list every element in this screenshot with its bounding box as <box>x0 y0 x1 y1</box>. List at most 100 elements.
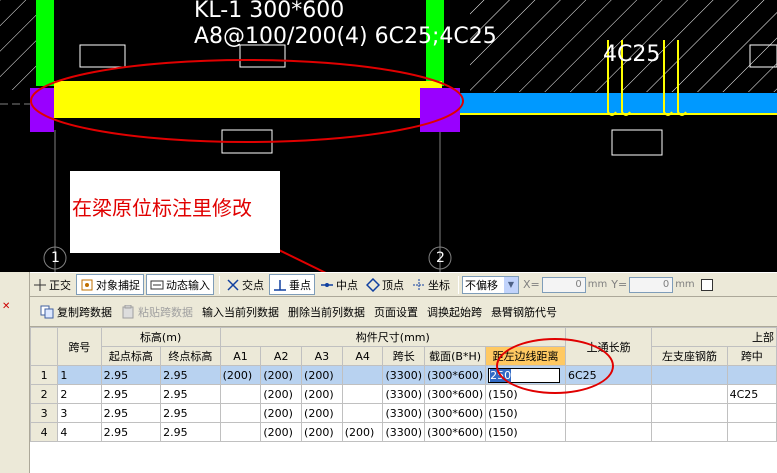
cell-mid-span[interactable] <box>726 422 777 442</box>
cell-span[interactable]: 3 <box>57 403 102 423</box>
perpendicular-icon <box>273 278 287 292</box>
cell-mid-span[interactable] <box>726 365 777 385</box>
col-section: 截面(B*H) <box>424 346 487 366</box>
cell-a4[interactable] <box>341 384 384 404</box>
close-icon[interactable]: ✕ <box>2 302 12 312</box>
cell-section[interactable]: (300*600) <box>424 422 487 442</box>
beam-blue <box>460 93 777 113</box>
cell-span-length[interactable]: (3300) <box>382 365 426 385</box>
cell-a4[interactable] <box>341 403 384 423</box>
cell-a3[interactable]: (200) <box>301 384 343 404</box>
cell-start-elev[interactable]: 2.95 <box>100 422 162 442</box>
copy-icon <box>40 305 54 319</box>
cell-a3[interactable]: (200) <box>301 365 343 385</box>
swap-start-span-button[interactable]: 调换起始跨 <box>427 304 482 320</box>
header-top-bar: 上部 <box>651 327 777 347</box>
cell-a4[interactable] <box>341 365 384 385</box>
cell-span-length[interactable]: (3300) <box>382 384 426 404</box>
table-row[interactable]: 4 4 2.95 2.95 (200) (200) (200) (3300) (… <box>29 422 777 442</box>
cell-left-edge-distance[interactable]: (150) <box>485 422 566 442</box>
cell-start-elev[interactable]: 2.95 <box>100 384 162 404</box>
midpoint-icon <box>320 278 334 292</box>
page-setup-button[interactable]: 页面设置 <box>374 304 418 320</box>
row-index: 1 <box>29 365 59 385</box>
cell-left-support[interactable] <box>651 384 728 404</box>
cell-span-length[interactable]: (3300) <box>382 422 426 442</box>
cell-end-elev[interactable]: 2.95 <box>160 403 221 423</box>
cell-top-through[interactable] <box>564 403 653 423</box>
column-left <box>36 0 54 86</box>
cell-span[interactable]: 1 <box>57 365 102 385</box>
cell-span[interactable]: 4 <box>57 422 102 442</box>
cell-start-elev[interactable]: 2.95 <box>100 403 162 423</box>
vertex-label: 顶点 <box>382 278 404 292</box>
cell-end-elev[interactable]: 2.95 <box>160 422 221 442</box>
row-index: 3 <box>29 403 59 423</box>
cell-top-through[interactable] <box>564 422 653 442</box>
cell-section[interactable]: (300*600) <box>424 403 487 423</box>
cell-section[interactable]: (300*600) <box>424 365 487 385</box>
cell-mid-span[interactable] <box>726 403 777 423</box>
delete-column-button[interactable]: 删除当前列数据 <box>288 304 365 320</box>
cell-a2[interactable]: (200) <box>260 384 303 404</box>
y-input[interactable]: 0 <box>629 276 674 293</box>
offset-select[interactable]: 不偏移 ▼ <box>462 275 519 294</box>
panel-toolbar: ✕ 复制跨数据 粘贴跨数据 输入当前列数据 删除当前列数据 页面设置 调换起始跨… <box>2 298 777 327</box>
span-table-panel: ✕ 复制跨数据 粘贴跨数据 输入当前列数据 删除当前列数据 页面设置 调换起始跨… <box>2 298 777 473</box>
cell-a1[interactable] <box>219 403 262 423</box>
x-input[interactable]: 0 <box>541 276 586 293</box>
midpoint-toggle[interactable]: 中点 <box>317 274 361 295</box>
col-mid-span: 跨中 <box>726 346 777 366</box>
cell-a4[interactable]: (200) <box>341 422 384 442</box>
cell-end-elev[interactable]: 2.95 <box>160 384 221 404</box>
cell-span[interactable]: 2 <box>57 384 102 404</box>
cad-drawing-canvas[interactable]: KL-1 300*600 A8@100/200(4) 6C25;4C25 4C2… <box>0 0 777 272</box>
intersection-toggle[interactable]: 交点 <box>223 274 267 295</box>
intersection-icon <box>226 278 240 292</box>
dynamic-input-icon <box>150 278 164 292</box>
extra-checkbox[interactable] <box>700 278 713 291</box>
table-row[interactable]: 3 3 2.95 2.95 (200) (200) (3300) (300*60… <box>29 403 777 423</box>
cantilever-code-button[interactable]: 悬臂钢筋代号 <box>491 304 557 320</box>
cell-a2[interactable]: (200) <box>260 365 303 385</box>
cell-a1[interactable] <box>219 384 262 404</box>
col-a3: A3 <box>301 346 343 366</box>
cell-a1[interactable]: (200) <box>219 365 262 385</box>
support-right <box>420 88 460 132</box>
cell-a1[interactable] <box>219 422 262 442</box>
coordinate-toggle[interactable]: 坐标 <box>409 274 453 295</box>
cell-left-edge-distance[interactable]: (150) <box>485 403 566 423</box>
coordinate-label: 坐标 <box>428 278 450 292</box>
cell-start-elev[interactable]: 2.95 <box>100 365 162 385</box>
beam-label-line2: A8@100/200(4) 6C25;4C25 <box>194 24 497 49</box>
dynamic-input-label: 动态输入 <box>166 278 210 292</box>
col-a2: A2 <box>260 346 303 366</box>
paste-icon <box>121 304 135 319</box>
header-dimensions: 构件尺寸(mm) <box>219 327 567 347</box>
copy-span-button[interactable]: 复制跨数据 <box>40 304 112 320</box>
cell-mid-span[interactable]: 4C25 <box>726 384 777 404</box>
paste-span-button[interactable]: 粘贴跨数据 <box>121 304 193 320</box>
offset-select-value: 不偏移 <box>465 278 498 292</box>
cell-left-support[interactable] <box>651 422 728 442</box>
cell-section[interactable]: (300*600) <box>424 384 487 404</box>
chevron-down-icon: ▼ <box>504 276 518 293</box>
table-row[interactable]: 1 1 2.95 2.95 (200) (200) (200) (3300) (… <box>29 365 777 385</box>
cell-end-elev[interactable]: 2.95 <box>160 365 221 385</box>
cell-a3[interactable]: (200) <box>301 403 343 423</box>
cell-a3[interactable]: (200) <box>301 422 343 442</box>
dynamic-input-toggle[interactable]: 动态输入 <box>146 274 214 295</box>
cell-a2[interactable]: (200) <box>260 403 303 423</box>
ortho-toggle[interactable]: 正交 <box>30 274 74 295</box>
object-snap-toggle[interactable]: 对象捕捉 <box>76 274 144 295</box>
table-row[interactable]: 2 2 2.95 2.95 (200) (200) (3300) (300*60… <box>29 384 777 404</box>
perpendicular-toggle[interactable]: 垂点 <box>269 274 315 295</box>
cell-left-support[interactable] <box>651 403 728 423</box>
cell-left-support[interactable] <box>651 365 728 385</box>
col-end-elev: 终点标高 <box>160 346 221 366</box>
input-column-button[interactable]: 输入当前列数据 <box>202 304 279 320</box>
cell-a2[interactable]: (200) <box>260 422 303 442</box>
cell-span-length[interactable]: (3300) <box>382 403 426 423</box>
vertex-toggle[interactable]: 顶点 <box>363 274 407 295</box>
col-a1: A1 <box>219 346 262 366</box>
